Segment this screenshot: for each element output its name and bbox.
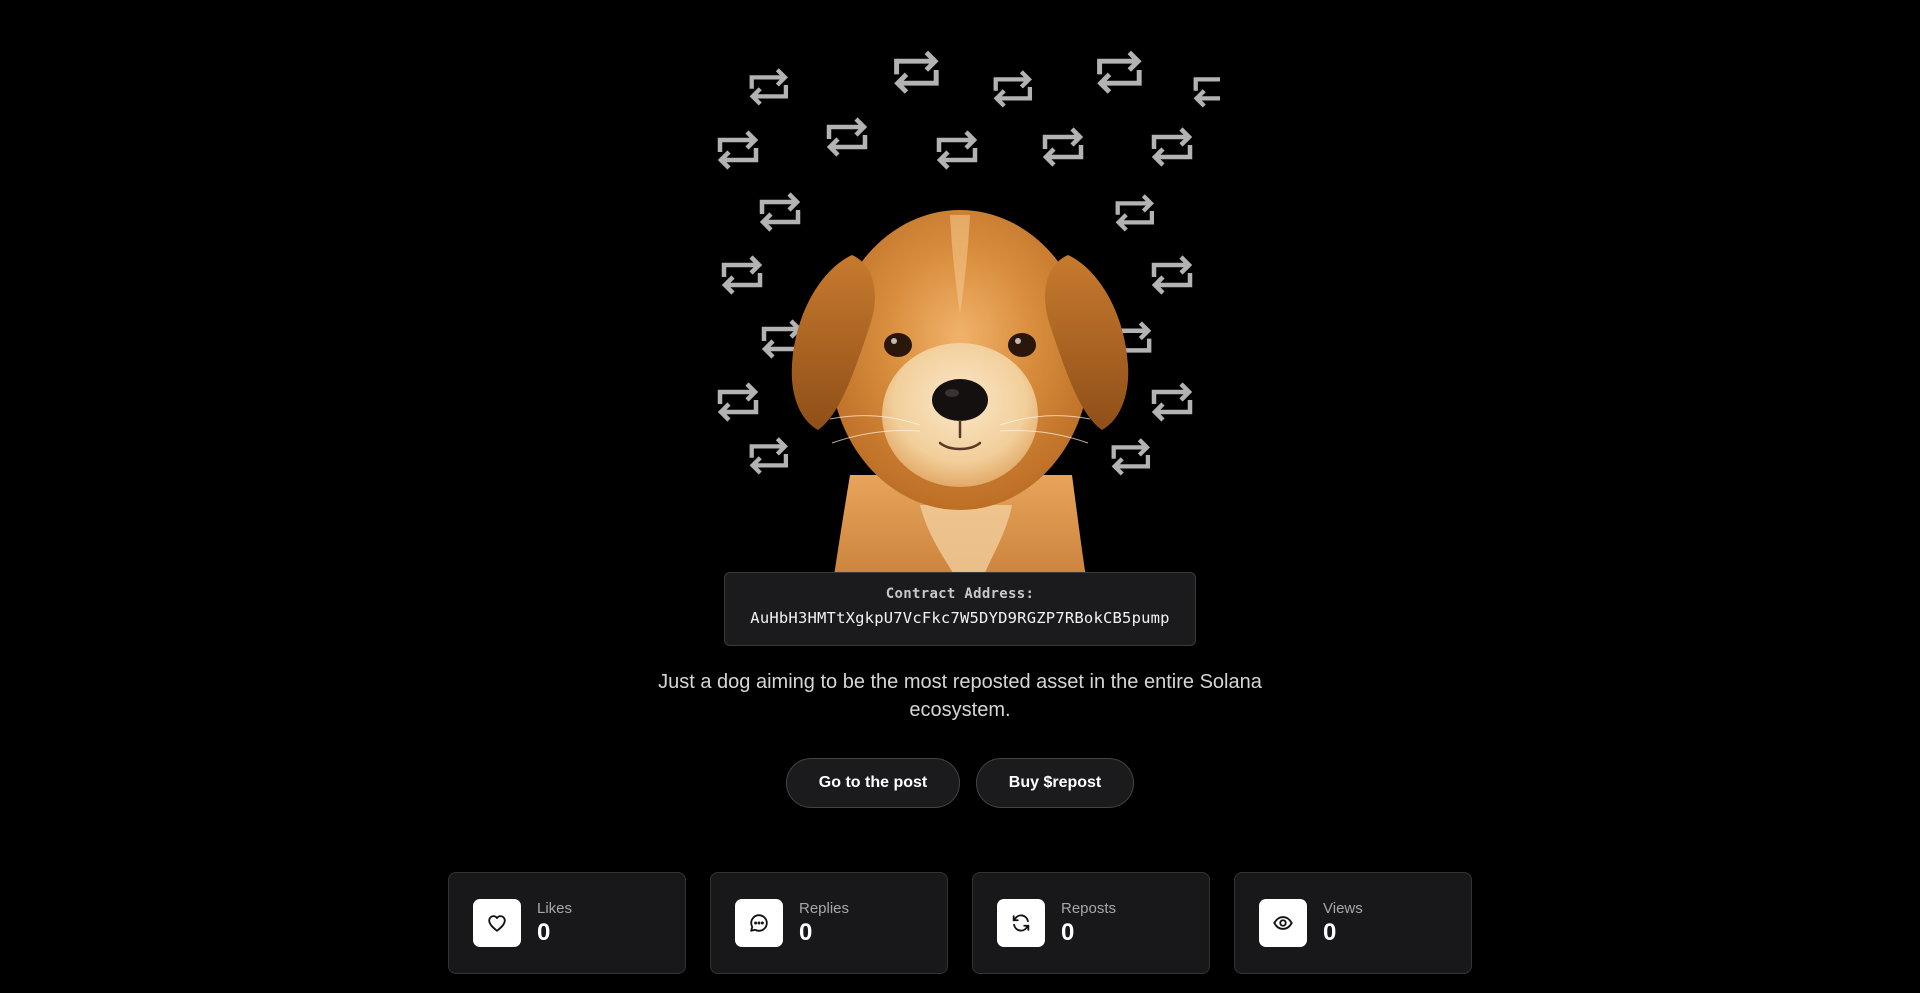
stat-card-reposts: Reposts 0 bbox=[972, 872, 1210, 974]
repost-pattern-icon bbox=[1097, 50, 1142, 94]
dog-image bbox=[791, 210, 1129, 588]
repost-pattern-icon bbox=[717, 130, 759, 170]
tagline: Just a dog aiming to be the most reposte… bbox=[658, 671, 1262, 721]
comment-icon bbox=[735, 899, 783, 947]
repost-pattern-icon bbox=[1042, 127, 1084, 167]
stat-value: 0 bbox=[799, 919, 813, 946]
stat-label: Reposts bbox=[1061, 900, 1117, 917]
eye-icon bbox=[1259, 899, 1307, 947]
repost-pattern-icon bbox=[993, 70, 1033, 108]
contract-address-box[interactable]: Contract Address: AuHbH3HMTtXgkpU7VcFkc7… bbox=[724, 572, 1196, 646]
stat-value: 0 bbox=[1323, 919, 1337, 946]
stat-value: 0 bbox=[537, 919, 551, 946]
stat-label: Views bbox=[1323, 900, 1363, 917]
stat-card-replies: Replies 0 bbox=[710, 872, 948, 974]
repost-pattern-icon bbox=[1151, 382, 1193, 422]
repost-pattern-icon bbox=[894, 50, 939, 94]
repost-pattern-icon bbox=[1151, 255, 1193, 295]
hero-image bbox=[700, 40, 1220, 588]
repost-pattern-icon bbox=[717, 382, 759, 422]
heart-icon bbox=[473, 899, 521, 947]
repost-pattern-icon bbox=[1151, 127, 1193, 167]
repost-pattern-icon bbox=[826, 117, 868, 157]
go-to-post-button[interactable]: Go to the post bbox=[786, 758, 960, 808]
page: Contract Address: AuHbH3HMTtXgkpU7VcFkc7… bbox=[0, 0, 1920, 993]
repost-pattern-icon bbox=[1193, 73, 1220, 108]
stat-value: 0 bbox=[1061, 919, 1075, 946]
contract-address-label: Contract Address: bbox=[885, 586, 1035, 602]
contract-address-value[interactable]: AuHbH3HMTtXgkpU7VcFkc7W5DYD9RGZP7RBokCB5… bbox=[725, 609, 1195, 627]
refresh-icon bbox=[997, 899, 1045, 947]
stat-label: Replies bbox=[799, 900, 850, 917]
stat-card-likes: Likes 0 bbox=[448, 872, 686, 974]
buy-repost-button[interactable]: Buy $repost bbox=[976, 758, 1134, 808]
stat-card-views: Views 0 bbox=[1234, 872, 1472, 974]
stat-label: Likes bbox=[537, 900, 573, 917]
repost-pattern-icon bbox=[936, 130, 978, 170]
repost-pattern-icon bbox=[749, 68, 789, 106]
repost-pattern-icon bbox=[721, 255, 763, 295]
